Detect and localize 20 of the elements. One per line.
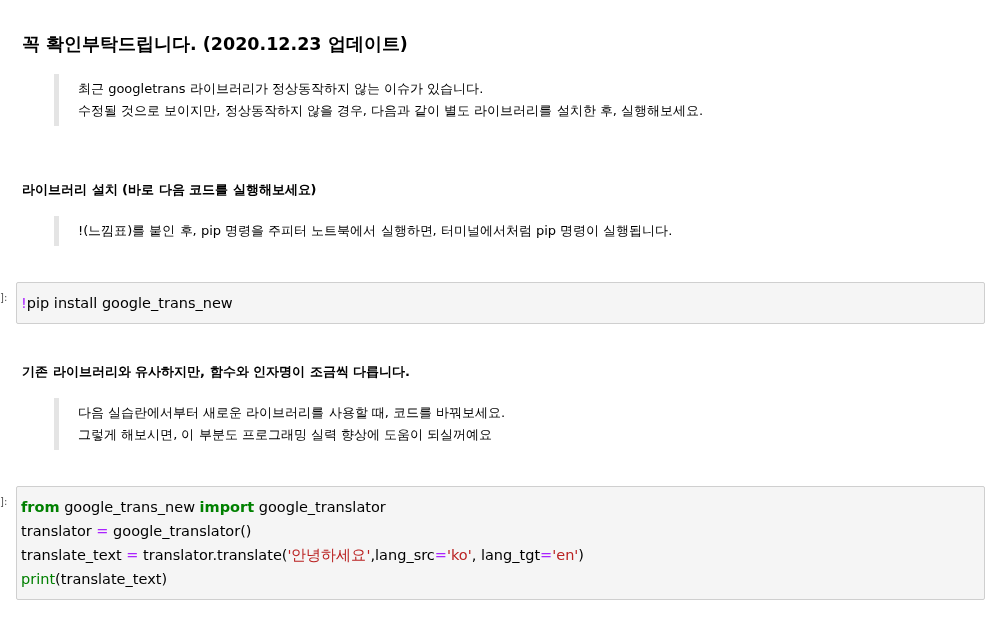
section-heading: 꼭 확인부탁드립니다. (2020.12.23 업데이트) xyxy=(22,33,409,56)
quote-text: 최근 googletrans 라이브러리가 정상동작하지 않는 이슈가 있습니다. xyxy=(78,80,484,98)
quote-bar xyxy=(54,216,59,246)
quote-text: 다음 실습란에서부터 새로운 라이브러리를 사용할 때, 코드를 바꿔보세요. xyxy=(78,404,506,422)
quote-text: 그렇게 해보시면, 이 부분도 프로그래밍 실력 향상에 도움이 되실꺼예요 xyxy=(78,426,493,444)
code-line: !pip install google_trans_new xyxy=(21,294,233,313)
code-line: translate_text = translator.translate('안녕하세요',lang_src='ko', lang_tgt='en') xyxy=(21,546,584,565)
quote-bar xyxy=(54,74,59,126)
input-prompt: ]: xyxy=(0,291,9,303)
code-line: from google_trans_new import google_translator xyxy=(21,498,386,517)
section-subheading: 기존 라이브러리와 유사하지만, 함수와 인자명이 조금씩 다릅니다. xyxy=(22,363,412,381)
quote-text: 수정될 것으로 보이지만, 정상동작하지 않을 경우, 다음과 같이 별도 라이브러리를 설치한 후, 실행해보세요. xyxy=(78,102,704,120)
section-subheading: 라이브러리 설치 (바로 다음 코드를 실행해보세요) xyxy=(22,181,318,199)
quote-text: !(느낌표)를 붙인 후, pip 명령을 주피터 노트북에서 실행하면, 터미널에서처럼 pip 명령이 실행됩니다. xyxy=(78,222,673,240)
code-line: print(translate_text) xyxy=(21,570,168,589)
quote-bar xyxy=(54,398,59,450)
code-cell[interactable]: !pip install google_trans_new xyxy=(16,282,985,324)
input-prompt: ]: xyxy=(0,495,9,507)
code-cell[interactable]: from google_trans_new import google_translator translator = google_translator() translate_text = translator.translate('안녕하세요',lang_src='ko', lang_tgt='en') print(translate_text) xyxy=(16,486,985,600)
code-line: translator = google_translator() xyxy=(21,522,252,541)
